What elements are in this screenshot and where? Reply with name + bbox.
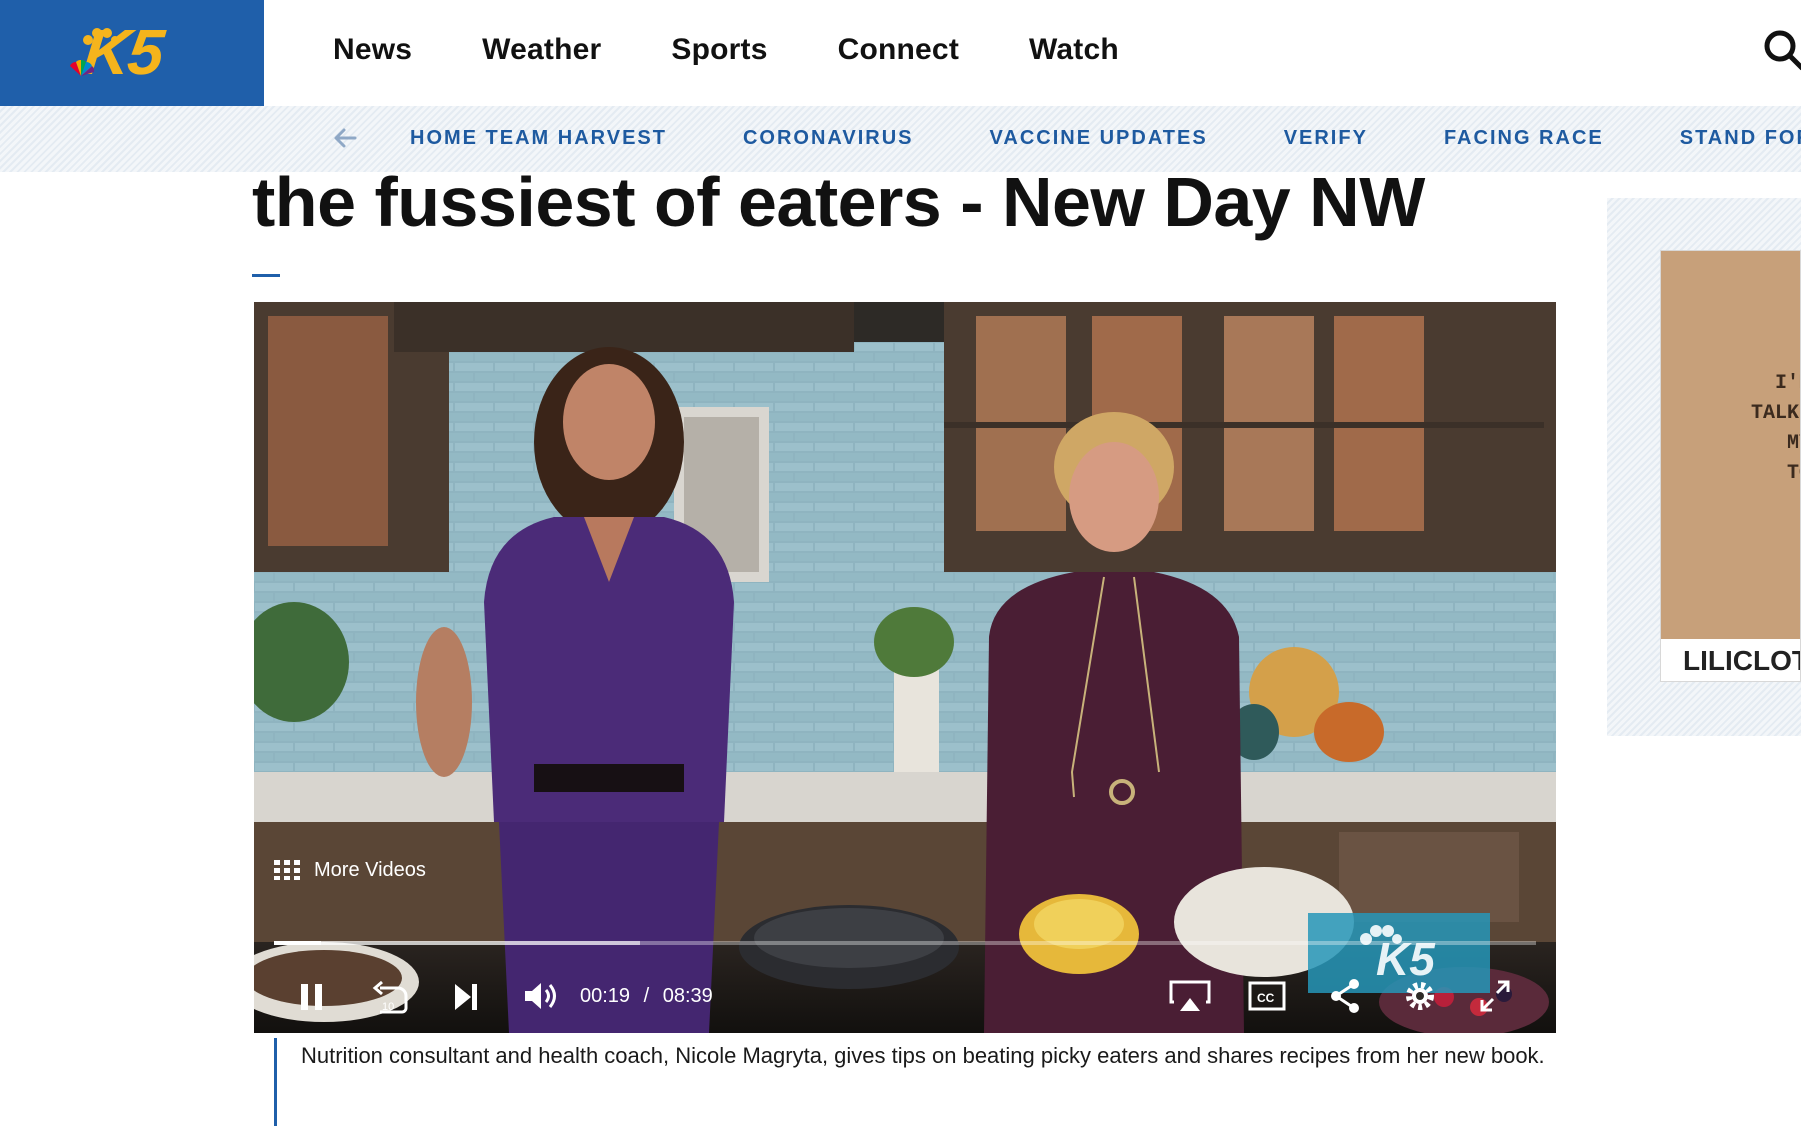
ad-brand: LILICLOT [1683,645,1801,676]
nav-news[interactable]: News [333,32,412,68]
headline-divider [252,274,280,277]
topic-coronavirus[interactable]: CORONAVIRUS [743,124,914,152]
settings-button[interactable] [1402,976,1438,1016]
current-time: 00:19 [580,985,631,1007]
share-button[interactable] [1328,976,1362,1016]
share-icon [1331,979,1359,1013]
volume-button[interactable] [522,976,562,1016]
topic-verify[interactable]: VERIFY [1284,124,1368,152]
svg-text:CC: CC [1257,991,1275,1005]
topic-facing-race[interactable]: FACING RACE [1444,124,1604,152]
buffered-bar [274,941,640,945]
time-display: 00:19 / 08:39 [580,982,713,1010]
topic-vaccine-updates[interactable]: VACCINE UPDATES [990,124,1208,152]
airplay-button[interactable] [1168,976,1212,1016]
pause-button[interactable] [298,976,326,1016]
volume-icon [525,983,556,1009]
closed-captions-icon: CC [1248,981,1286,1011]
grid-icon [274,860,300,880]
fullscreen-icon [1480,980,1510,1012]
topic-stand-for[interactable]: STAND FOR [1680,124,1801,152]
nbc-peacock-icon [70,60,94,76]
site-header: K5 News Weather Sports Connect Watch [0,0,1801,106]
played-bar [274,941,321,945]
nav-sports[interactable]: Sports [671,32,767,68]
nav-watch[interactable]: Watch [1029,32,1119,68]
more-videos-button[interactable]: More Videos [274,860,426,880]
topic-home-team-harvest[interactable]: HOME TEAM HARVEST [410,124,667,152]
more-videos-label: More Videos [314,859,426,881]
k5-logo[interactable]: K5 [0,0,264,106]
main-nav: News Weather Sports Connect Watch [333,32,1189,68]
replay-10-button[interactable]: 10 [372,976,408,1016]
pause-icon [301,984,322,1010]
gear-icon [1406,982,1434,1010]
time-separator: / [643,985,650,1007]
topic-links: HOME TEAM HARVEST CORONAVIRUS VACCINE UP… [410,124,1801,152]
skip-next-icon [455,984,477,1010]
search-icon[interactable] [1762,28,1801,72]
article-headline: the fussiest of eaters - New Day NW [252,163,1425,241]
fullscreen-button[interactable] [1478,976,1512,1016]
nav-connect[interactable]: Connect [838,32,959,68]
caption-text: Nutrition consultant and health coach, N… [301,1043,1545,1068]
svg-text:10: 10 [382,1001,394,1013]
video-caption: Nutrition consultant and health coach, N… [274,1038,1556,1126]
arrow-left-icon[interactable] [332,124,358,152]
closed-captions-button[interactable]: CC [1248,976,1286,1016]
next-button[interactable] [452,976,480,1016]
replay-10-icon: 10 [372,980,408,1014]
ad-shirt-text: I'M TALKI MY TO [1751,372,1800,485]
video-progress-bar[interactable] [274,941,1536,945]
airplay-icon [1169,980,1211,1011]
nav-weather[interactable]: Weather [482,32,601,68]
ad-banner[interactable]: I'M TALKI MY TO LILICLOT [1660,250,1801,682]
duration: 08:39 [662,985,713,1007]
